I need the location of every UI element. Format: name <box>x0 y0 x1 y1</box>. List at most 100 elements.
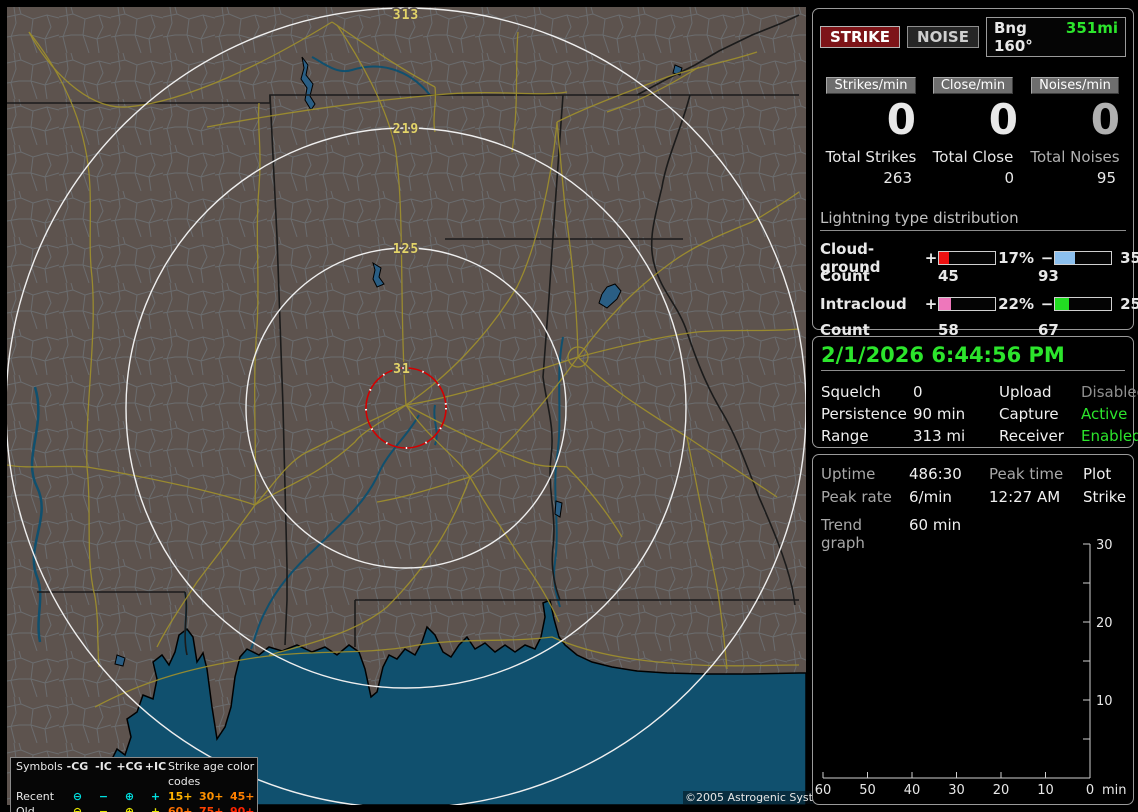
svg-text:0: 0 <box>1086 783 1094 798</box>
noises-column: Noises/min 0 Total Noises 95 <box>1024 77 1126 187</box>
svg-text:min: min <box>1102 783 1127 798</box>
intracloud-label: Intracloud <box>820 295 907 313</box>
legend-col-pos-ic: +IC <box>144 760 167 773</box>
pos-cg-recent-icon: ⊕ <box>124 790 135 803</box>
upload-label: Upload <box>999 383 1052 401</box>
strikes-rate-value: 0 <box>886 95 916 144</box>
map-canvas: 313 219 125 31 <box>7 7 806 805</box>
svg-text:30: 30 <box>948 783 965 798</box>
ic-positive-bar <box>938 297 996 311</box>
minus-sign: − <box>1040 295 1054 313</box>
squelch-value: 0 <box>913 383 923 401</box>
age-code-30: 30+ <box>199 790 224 803</box>
close-rate-value: 0 <box>988 95 1018 144</box>
strike-mode-button[interactable]: STRIKE <box>820 26 901 48</box>
age-code-75: 75+ <box>199 805 224 812</box>
bearing-readout: Bng 160° 351mi <box>985 17 1126 57</box>
cg-positive-pct: 17% <box>998 249 1034 267</box>
legend-col-pos-cg: +CG <box>116 760 143 773</box>
legend-age-header: Strike age color codes <box>168 760 255 788</box>
lightning-map[interactable]: 313 219 125 31 Symbols -CG -IC +CG +IC S… <box>7 7 839 812</box>
svg-text:40: 40 <box>904 783 921 798</box>
ring-label-31: 31 <box>393 362 411 377</box>
svg-text:60: 60 <box>815 783 832 798</box>
strike-symbol-legend: Symbols -CG -IC +CG +IC Strike age color… <box>10 757 258 812</box>
strikes-column: Strikes/min 0 Total Strikes 263 <box>820 77 922 187</box>
intracloud-row: Intracloud + 22% − 25% <box>820 294 1138 314</box>
neg-ic-recent-icon: − <box>98 790 109 803</box>
squelch-label: Squelch <box>821 383 881 401</box>
total-strikes-label: Total Strikes <box>825 148 917 166</box>
noise-mode-button[interactable]: NOISE <box>907 26 979 48</box>
cloud-ground-row: Cloud-ground + 17% − 35% <box>820 240 1138 276</box>
pos-ic-old-icon: + <box>150 805 161 812</box>
nexstorm-app-window: 313 219 125 31 Symbols -CG -IC +CG +IC S… <box>0 0 1138 812</box>
svg-text:50: 50 <box>859 783 876 798</box>
neg-ic-old-icon: − <box>98 805 109 812</box>
age-code-90: 90+ <box>230 805 255 812</box>
ic-positive-bar-fill <box>939 298 952 310</box>
capture-status: Active <box>1081 405 1128 423</box>
persistence-label: Persistence <box>821 405 907 423</box>
bearing-range-value: 351mi <box>1065 19 1118 37</box>
divider <box>821 370 1125 371</box>
neg-cg-old-icon: ⊖ <box>72 805 83 812</box>
svg-text:20: 20 <box>1096 616 1113 631</box>
pos-ic-recent-icon: + <box>150 790 161 803</box>
cg-positive-count: 45 <box>938 267 959 285</box>
cg-positive-bar-fill <box>939 252 949 264</box>
strikes-per-min-button[interactable]: Strikes/min <box>826 77 916 94</box>
strike-stats-panel: STRIKE NOISE Bng 160° 351mi Strikes/min … <box>812 8 1138 339</box>
legend-col-neg-ic: -IC <box>95 760 112 773</box>
total-noises-value: 95 <box>1096 169 1116 187</box>
ic-negative-bar-fill <box>1055 298 1069 310</box>
trend-graph: 10 20 30 60 50 40 30 20 10 0 min <box>815 538 1127 798</box>
noises-per-min-button[interactable]: Noises/min <box>1031 77 1119 94</box>
receiver-status: Enabled <box>1081 427 1138 445</box>
datetime-display: 2/1/2026 6:44:56 PM <box>821 343 1065 367</box>
close-column: Close/min 0 Total Close 0 <box>922 77 1024 187</box>
legend-symbols-header: Symbols <box>16 760 63 773</box>
cloud-ground-count-row: Count 45 93 <box>820 267 1126 285</box>
upload-status: Disabled <box>1081 383 1138 401</box>
distribution-title: Lightning type distribution <box>820 209 1126 231</box>
minus-sign: − <box>1040 249 1054 267</box>
svg-text:10: 10 <box>1037 783 1054 798</box>
svg-text:30: 30 <box>1096 538 1113 553</box>
legend-old-label: Old <box>16 805 35 812</box>
cg-negative-pct: 35% <box>1120 249 1138 267</box>
total-close-value: 0 <box>1004 169 1014 187</box>
ring-label-313: 313 <box>393 8 419 23</box>
legend-col-neg-cg: -CG <box>66 760 89 773</box>
persistence-value: 90 min <box>913 405 966 423</box>
plus-sign: + <box>924 295 938 313</box>
legend-recent-label: Recent <box>16 790 55 803</box>
ic-negative-bar <box>1054 297 1112 311</box>
age-code-15: 15+ <box>168 790 193 803</box>
pos-cg-old-icon: ⊕ <box>124 805 135 812</box>
cg-negative-bar <box>1054 251 1112 265</box>
receiver-label: Receiver <box>999 427 1064 445</box>
trend-panel: Uptime 486:30 Peak time Plot Peak rate 6… <box>812 454 1134 805</box>
range-value: 313 mi <box>913 427 966 445</box>
noises-rate-value: 0 <box>1090 95 1120 144</box>
plus-sign: + <box>924 249 938 267</box>
total-noises-label: Total Noises <box>1030 148 1120 166</box>
age-code-45: 45+ <box>230 790 255 803</box>
close-per-min-button[interactable]: Close/min <box>932 77 1014 94</box>
ring-label-219: 219 <box>393 122 419 137</box>
ic-positive-pct: 22% <box>998 295 1034 313</box>
total-strikes-value: 263 <box>883 169 912 187</box>
range-label: Range <box>821 427 869 445</box>
svg-text:20: 20 <box>993 783 1010 798</box>
count-label: Count <box>820 267 870 285</box>
ic-negative-pct: 25% <box>1120 295 1138 313</box>
status-panel: 2/1/2026 6:44:56 PM Squelch 0 Upload Dis… <box>812 336 1138 448</box>
svg-text:10: 10 <box>1096 694 1113 709</box>
total-close-label: Total Close <box>932 148 1014 166</box>
capture-label: Capture <box>999 405 1059 423</box>
cg-negative-bar-fill <box>1055 252 1075 264</box>
age-code-60: 60+ <box>168 805 193 812</box>
cg-positive-bar <box>938 251 996 265</box>
bearing-value: Bng 160° <box>993 19 1033 55</box>
